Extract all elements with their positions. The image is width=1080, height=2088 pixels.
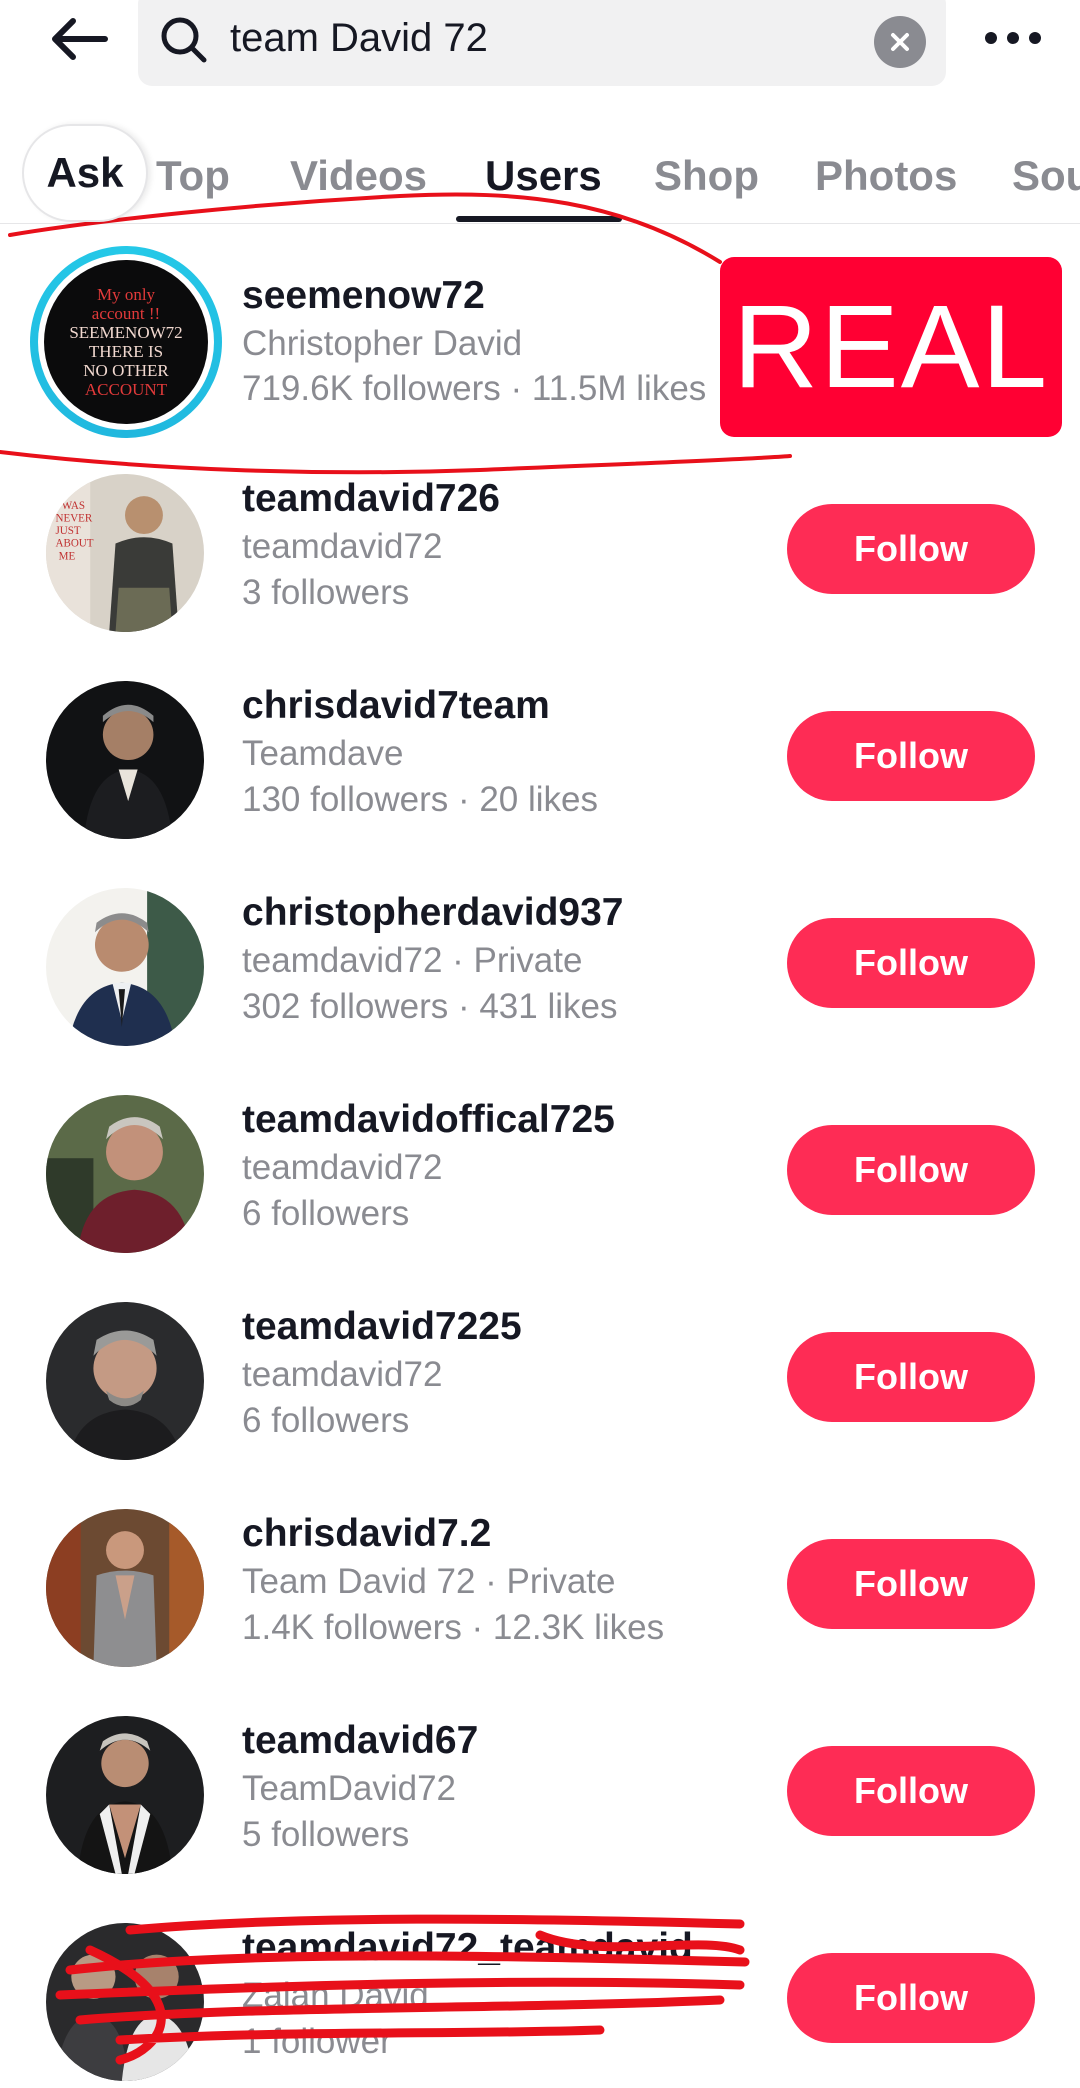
user-row[interactable]: I WAS NEVER JUST ABOUT ME teamdavid726 t… (0, 474, 1080, 681)
user-row[interactable]: chrisdavid7team Teamdave 130 followers ·… (0, 681, 1080, 888)
avatar[interactable] (46, 1923, 204, 2081)
avatar-photo (46, 888, 204, 1046)
avatar-text-line: THERE IS (88, 342, 164, 361)
tab-sounds[interactable]: Sou (1012, 146, 1080, 206)
display-name: TeamDavid72 (242, 1769, 456, 1808)
display-name: Teamdave (242, 734, 404, 773)
display-name: teamdavid72 (242, 527, 443, 566)
display-name: teamdavid72 (242, 1148, 443, 1187)
user-stats: 130 followers · 20 likes (242, 780, 598, 819)
user-stats: 6 followers (242, 1194, 410, 1233)
avatar-photo (46, 681, 204, 839)
clear-search-button[interactable] (874, 16, 926, 68)
display-name: teamdavid72 (242, 1355, 443, 1394)
avatar-text-line: SEEMENOW72 (69, 323, 183, 342)
user-stats: 1 follower (242, 2022, 392, 2061)
avatar[interactable]: I WAS NEVER JUST ABOUT ME (46, 474, 204, 632)
more-options-button[interactable] (966, 6, 1060, 70)
active-tab-indicator (456, 216, 622, 222)
search-query[interactable]: team David 72 (230, 10, 488, 66)
user-stats: 6 followers (242, 1401, 410, 1440)
follow-button[interactable]: Follow (787, 918, 1035, 1008)
avatar[interactable] (46, 1716, 204, 1874)
search-tabs: Ask Top Videos Users Shop Photos Sou (0, 110, 1080, 224)
avatar-text-line: ACCOUNT (84, 380, 168, 399)
real-badge: REAL (720, 257, 1062, 437)
search-header: team David 72 (0, 0, 1080, 110)
avatar-text-line: My only (96, 285, 156, 304)
avatar-photo (46, 1716, 204, 1874)
avatar[interactable] (46, 1509, 204, 1667)
follow-button[interactable]: Follow (787, 1953, 1035, 2043)
avatar: My only account !! SEEMENOW72 THERE IS N… (44, 260, 208, 424)
username[interactable]: christopherdavid937 (242, 888, 623, 938)
display-name: teamdavid72 · Private (242, 941, 583, 980)
user-row[interactable]: teamdavid67 TeamDavid72 5 followers Foll… (0, 1716, 1080, 1923)
back-button[interactable] (38, 4, 118, 74)
avatar[interactable] (46, 681, 204, 839)
follow-button[interactable]: Follow (787, 711, 1035, 801)
search-input[interactable]: team David 72 (138, 0, 946, 86)
follow-button[interactable]: Follow (787, 1332, 1035, 1422)
user-stats: 302 followers · 431 likes (242, 987, 618, 1026)
svg-text:I WAS: I WAS (55, 500, 85, 512)
user-row[interactable]: teamdavid72_teamdavid Zaian David 1 foll… (0, 1923, 1080, 2088)
close-icon (891, 33, 909, 51)
avatar-photo (46, 1095, 204, 1253)
avatar-text-line: NO OTHER (83, 361, 169, 380)
follow-button[interactable]: Follow (787, 1125, 1035, 1215)
tab-users[interactable]: Users (485, 146, 602, 206)
svg-text:ABOUT: ABOUT (55, 538, 93, 550)
arrow-left-icon (52, 18, 108, 60)
avatar-photo: I WAS NEVER JUST ABOUT ME (46, 474, 204, 632)
avatar-photo (46, 1923, 204, 2081)
tab-photos[interactable]: Photos (815, 146, 957, 206)
display-name: Christopher David (242, 324, 523, 363)
avatar[interactable] (46, 888, 204, 1046)
username[interactable]: chrisdavid7team (242, 681, 550, 731)
svg-text:JUST: JUST (55, 525, 80, 537)
svg-text:NEVER: NEVER (55, 512, 92, 524)
tab-shop[interactable]: Shop (654, 146, 759, 206)
svg-text:ME: ME (59, 550, 76, 562)
user-row[interactable]: teamdavidoffical725 teamdavid72 6 follow… (0, 1095, 1080, 1302)
tab-ask[interactable]: Ask (22, 124, 148, 222)
avatar-photo (46, 1302, 204, 1460)
username[interactable]: teamdavid7225 (242, 1302, 522, 1352)
tab-videos[interactable]: Videos (290, 146, 427, 206)
avatar-photo (46, 1509, 204, 1667)
user-stats: 1.4K followers · 12.3K likes (242, 1608, 665, 1647)
follow-button[interactable]: Follow (787, 1539, 1035, 1629)
username[interactable]: teamdavid67 (242, 1716, 478, 1766)
follow-button[interactable]: Follow (787, 1746, 1035, 1836)
avatar-with-story-ring[interactable]: My only account !! SEEMENOW72 THERE IS N… (30, 246, 222, 438)
user-row[interactable]: christopherdavid937 teamdavid72 · Privat… (0, 888, 1080, 1095)
display-name: Zaian David (242, 1976, 429, 2015)
user-stats: 5 followers (242, 1815, 410, 1854)
username[interactable]: teamdavid72_teamdavid (242, 1923, 693, 1973)
display-name: Team David 72 · Private (242, 1562, 616, 1601)
follow-button[interactable]: Follow (787, 504, 1035, 594)
user-row[interactable]: teamdavid7225 teamdavid72 6 followers Fo… (0, 1302, 1080, 1509)
search-icon (161, 17, 207, 63)
user-row[interactable]: chrisdavid7.2 Team David 72 · Private 1.… (0, 1509, 1080, 1716)
tab-top[interactable]: Top (156, 146, 230, 206)
more-horizontal-icon (985, 32, 1041, 44)
avatar-text-line: account !! (91, 304, 161, 323)
username[interactable]: teamdavid726 (242, 474, 500, 524)
username[interactable]: teamdavidoffical725 (242, 1095, 615, 1145)
username[interactable]: seemenow72 (242, 271, 485, 321)
avatar[interactable] (46, 1095, 204, 1253)
user-stats: 3 followers (242, 573, 410, 612)
avatar[interactable] (46, 1302, 204, 1460)
username[interactable]: chrisdavid7.2 (242, 1509, 491, 1559)
user-stats: 719.6K followers · 11.5M likes (242, 369, 707, 408)
